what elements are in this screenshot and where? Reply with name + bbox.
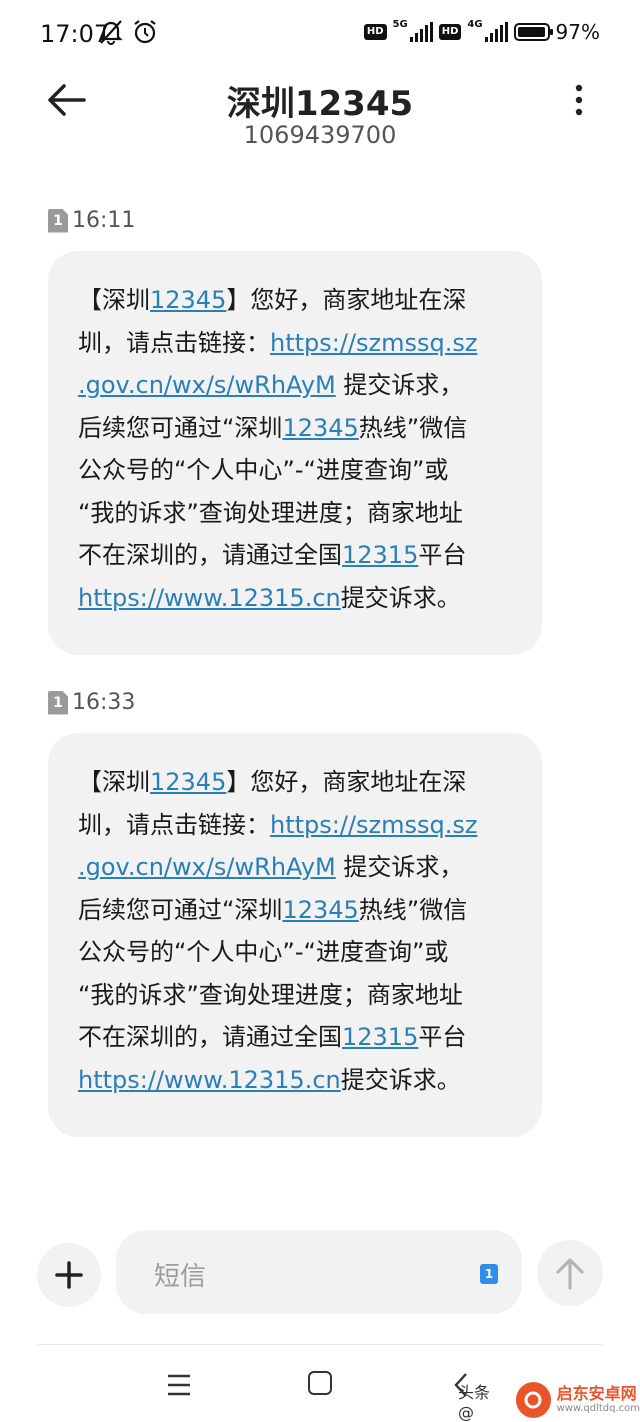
message-link[interactable]: 12345 [282, 414, 358, 442]
message-text-segment: 后续您可通过“深圳 [78, 413, 283, 442]
message-text-segment: 热线”微信 [358, 895, 468, 924]
message-text-segment: 提交诉求， [335, 853, 464, 881]
sim-select-icon[interactable]: 1 [480, 1264, 498, 1284]
message-text-segment: 圳，请点击链接： [78, 810, 270, 839]
message-text-segment: 公众号的“个人中心”-“进度查询”或 [78, 456, 449, 484]
message-line: 公众号的“个人中心”-“进度查询”或 [78, 931, 518, 974]
muted-bell-icon [99, 20, 123, 45]
arrow-up-icon [556, 1258, 584, 1290]
battery-percent: 97% [555, 20, 600, 44]
message-text-segment: “我的诉求”查询处理进度；商家地址 [78, 980, 463, 1009]
watermark-site-name: 启东安卓网 [556, 1384, 637, 1403]
message-text-segment: 提交诉求。 [340, 583, 461, 612]
message-text-segment: 】您好，商家地址在深 [226, 286, 467, 314]
divider [38, 1344, 602, 1345]
message-timestamp: 1 16:33 [48, 690, 135, 715]
message-line: 公众号的“个人中心”-“进度查询”或 [78, 449, 518, 492]
sender-number: 1069439700 [243, 121, 397, 149]
message-text-segment: 不在深圳的，请通过全国 [78, 541, 342, 569]
signal-strength-icon-2 [484, 22, 508, 42]
message-line: “我的诉求”查询处理进度；商家地址 [78, 974, 518, 1017]
message-line: 后续您可通过“深圳12345热线”微信 [78, 407, 518, 450]
message-line: 不在深圳的，请通过全国12315平台 [78, 534, 518, 577]
watermark-site-url: www.qdltdq.com [556, 1403, 640, 1414]
message-text-segment: 【深圳 [78, 286, 150, 314]
message-line: https://www.12315.cn提交诉求。 [78, 577, 518, 620]
message-bubble[interactable]: 【深圳12345】您好，商家地址在深 圳，请点击链接：https://szmssq… [48, 733, 542, 1137]
message-link[interactable]: https://szmssq.sz [270, 811, 477, 839]
nav-home-button[interactable] [308, 1371, 332, 1395]
status-indicators: HD 5G HD 4G 97% [363, 18, 600, 44]
message-link[interactable]: .gov.cn/wx/s/wRhAyM [78, 371, 336, 399]
message-line: .gov.cn/wx/s/wRhAyM 提交诉求， [78, 846, 518, 889]
message-link[interactable]: https://www.12315.cn [78, 1066, 341, 1094]
message-text-segment: 不在深圳的，请通过全国 [78, 1023, 342, 1051]
message-text-segment: 后续您可通过“深圳 [78, 895, 283, 924]
alarm-clock-icon [134, 20, 156, 44]
network-label-5g: 5G [392, 18, 408, 30]
message-input-placeholder: 短信 [154, 1262, 207, 1292]
message-text-segment: 】您好，商家地址在深 [226, 768, 467, 796]
message-link[interactable]: https://szmssq.sz [270, 329, 477, 357]
message-line: 圳，请点击链接：https://szmssq.sz [78, 322, 518, 365]
message-text-segment: 【深圳 [78, 768, 150, 796]
message-text-segment: 平台 [418, 1023, 467, 1051]
watermark: 头条 @ 启东安卓网 www.qdltdq.com [458, 1380, 640, 1422]
nav-recents-button[interactable] [166, 1372, 192, 1398]
network-label-4g: 4G [467, 18, 483, 30]
message-line: 【深圳12345】您好，商家地址在深 [78, 761, 518, 804]
message-input[interactable]: 短信 1 [116, 1230, 522, 1314]
message-text: 【深圳12345】您好，商家地址在深 圳，请点击链接：https://szmssq… [78, 279, 518, 619]
message-text-segment: 提交诉求， [335, 371, 464, 399]
message-text-segment: “我的诉求”查询处理进度；商家地址 [78, 498, 463, 527]
sim-card-icon: 1 [48, 208, 68, 233]
message-link[interactable]: 12315 [342, 1023, 418, 1051]
message-link[interactable]: 12345 [150, 286, 226, 314]
conversation-title: 深圳12345 [226, 84, 414, 124]
message-link[interactable]: 12315 [342, 541, 418, 569]
add-attachment-button[interactable] [37, 1243, 101, 1307]
message-link[interactable]: 12345 [150, 768, 226, 796]
menu-icon [168, 1374, 190, 1396]
battery-fill [517, 27, 545, 37]
message-text-segment: 圳，请点击链接： [78, 328, 270, 357]
more-vertical-icon [575, 84, 583, 116]
message-link[interactable]: .gov.cn/wx/s/wRhAyM [78, 853, 336, 881]
site-logo-icon [515, 1382, 551, 1418]
message-line: 圳，请点击链接：https://szmssq.sz [78, 804, 518, 847]
watermark-site: 启东安卓网 www.qdltdq.com [557, 1385, 640, 1415]
message-text-segment: 公众号的“个人中心”-“进度查询”或 [78, 938, 449, 966]
message-line: 不在深圳的，请通过全国12315平台 [78, 1016, 518, 1059]
watermark-text: 头条 @ [458, 1382, 491, 1422]
battery-icon [513, 23, 553, 41]
message-text-segment: 热线”微信 [358, 413, 468, 442]
message-timestamp: 1 16:11 [48, 208, 135, 233]
message-line: .gov.cn/wx/s/wRhAyM 提交诉求， [78, 364, 518, 407]
message-line: “我的诉求”查询处理进度；商家地址 [78, 492, 518, 535]
hd-badge: HD [363, 24, 387, 40]
status-icons-left [98, 18, 158, 46]
message-text-segment: 平台 [418, 541, 467, 569]
message-line: 后续您可通过“深圳12345热线”微信 [78, 889, 518, 932]
message-time: 16:33 [72, 690, 136, 715]
hd-badge-2: HD [438, 24, 462, 40]
sim-card-icon: 1 [48, 690, 68, 715]
message-line: https://www.12315.cn提交诉求。 [78, 1059, 518, 1102]
more-options-button[interactable] [562, 82, 596, 118]
plus-icon [55, 1261, 83, 1289]
message-time: 16:11 [72, 208, 136, 233]
message-text: 【深圳12345】您好，商家地址在深 圳，请点击链接：https://szmssq… [78, 761, 518, 1101]
status-bar: 17:07 HD 5G HD 4G 97% [0, 0, 640, 70]
message-link[interactable]: https://www.12315.cn [78, 584, 341, 612]
message-line: 【深圳12345】您好，商家地址在深 [78, 279, 518, 322]
message-bubble[interactable]: 【深圳12345】您好，商家地址在深 圳，请点击链接：https://szmssq… [48, 251, 542, 655]
signal-strength-icon [409, 22, 433, 42]
send-button[interactable] [537, 1240, 603, 1306]
message-text-segment: 提交诉求。 [340, 1065, 461, 1094]
message-link[interactable]: 12345 [282, 896, 358, 924]
